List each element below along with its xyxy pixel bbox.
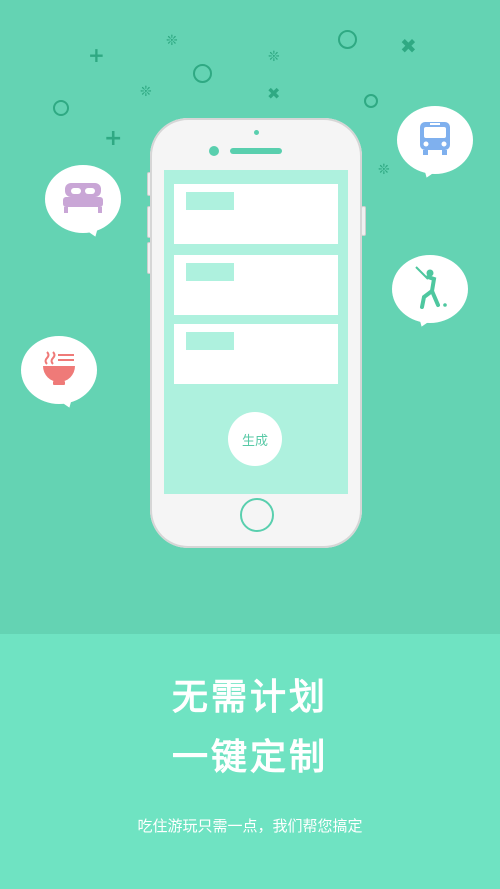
phone-screen: 生成 bbox=[164, 170, 348, 494]
plus-decor: + bbox=[88, 43, 105, 67]
plan-card-label bbox=[186, 332, 234, 350]
phone-camera bbox=[209, 146, 219, 156]
generate-button[interactable]: 生成 bbox=[228, 412, 282, 466]
headline-line-2: 一键定制 bbox=[171, 736, 328, 778]
bus-bubble bbox=[397, 106, 473, 181]
cross-decor: ✖ bbox=[400, 34, 417, 58]
ring-decor bbox=[364, 94, 378, 108]
ring-decor bbox=[338, 30, 357, 49]
subtitle-text: 吃住游玩只需一点，我们帮您搞定 bbox=[137, 817, 363, 835]
bed-bubble bbox=[45, 165, 121, 240]
phone-home-button bbox=[240, 498, 274, 532]
plus-decor: + bbox=[104, 126, 123, 151]
phone-sensor bbox=[254, 130, 259, 135]
illustration-area: + + ✖ ✖ ❊ ❊ ❊ ❊ 生成 bbox=[0, 0, 500, 634]
phone-speaker bbox=[230, 148, 282, 154]
cross-decor: ✖ bbox=[267, 84, 281, 103]
ring-decor bbox=[53, 100, 69, 116]
plan-card bbox=[174, 184, 338, 244]
sparkle-decor: ❊ bbox=[268, 49, 280, 65]
headline-line-1: 无需计划 bbox=[171, 676, 328, 718]
plan-card bbox=[174, 324, 338, 384]
phone-mockup: 生成 bbox=[150, 118, 362, 548]
bus-icon bbox=[418, 120, 452, 160]
food-bubble bbox=[21, 336, 97, 411]
plan-card-label bbox=[186, 263, 234, 281]
bed-icon bbox=[61, 179, 105, 219]
golf-icon bbox=[410, 265, 450, 313]
golf-bubble bbox=[392, 255, 468, 330]
sparkle-decor: ❊ bbox=[140, 84, 152, 100]
plan-card bbox=[174, 255, 338, 315]
sparkle-decor: ❊ bbox=[378, 162, 390, 178]
sparkle-decor: ❊ bbox=[166, 33, 178, 49]
plan-card-label bbox=[186, 192, 234, 210]
noodle-bowl-icon bbox=[39, 348, 79, 392]
ring-decor bbox=[193, 64, 212, 83]
